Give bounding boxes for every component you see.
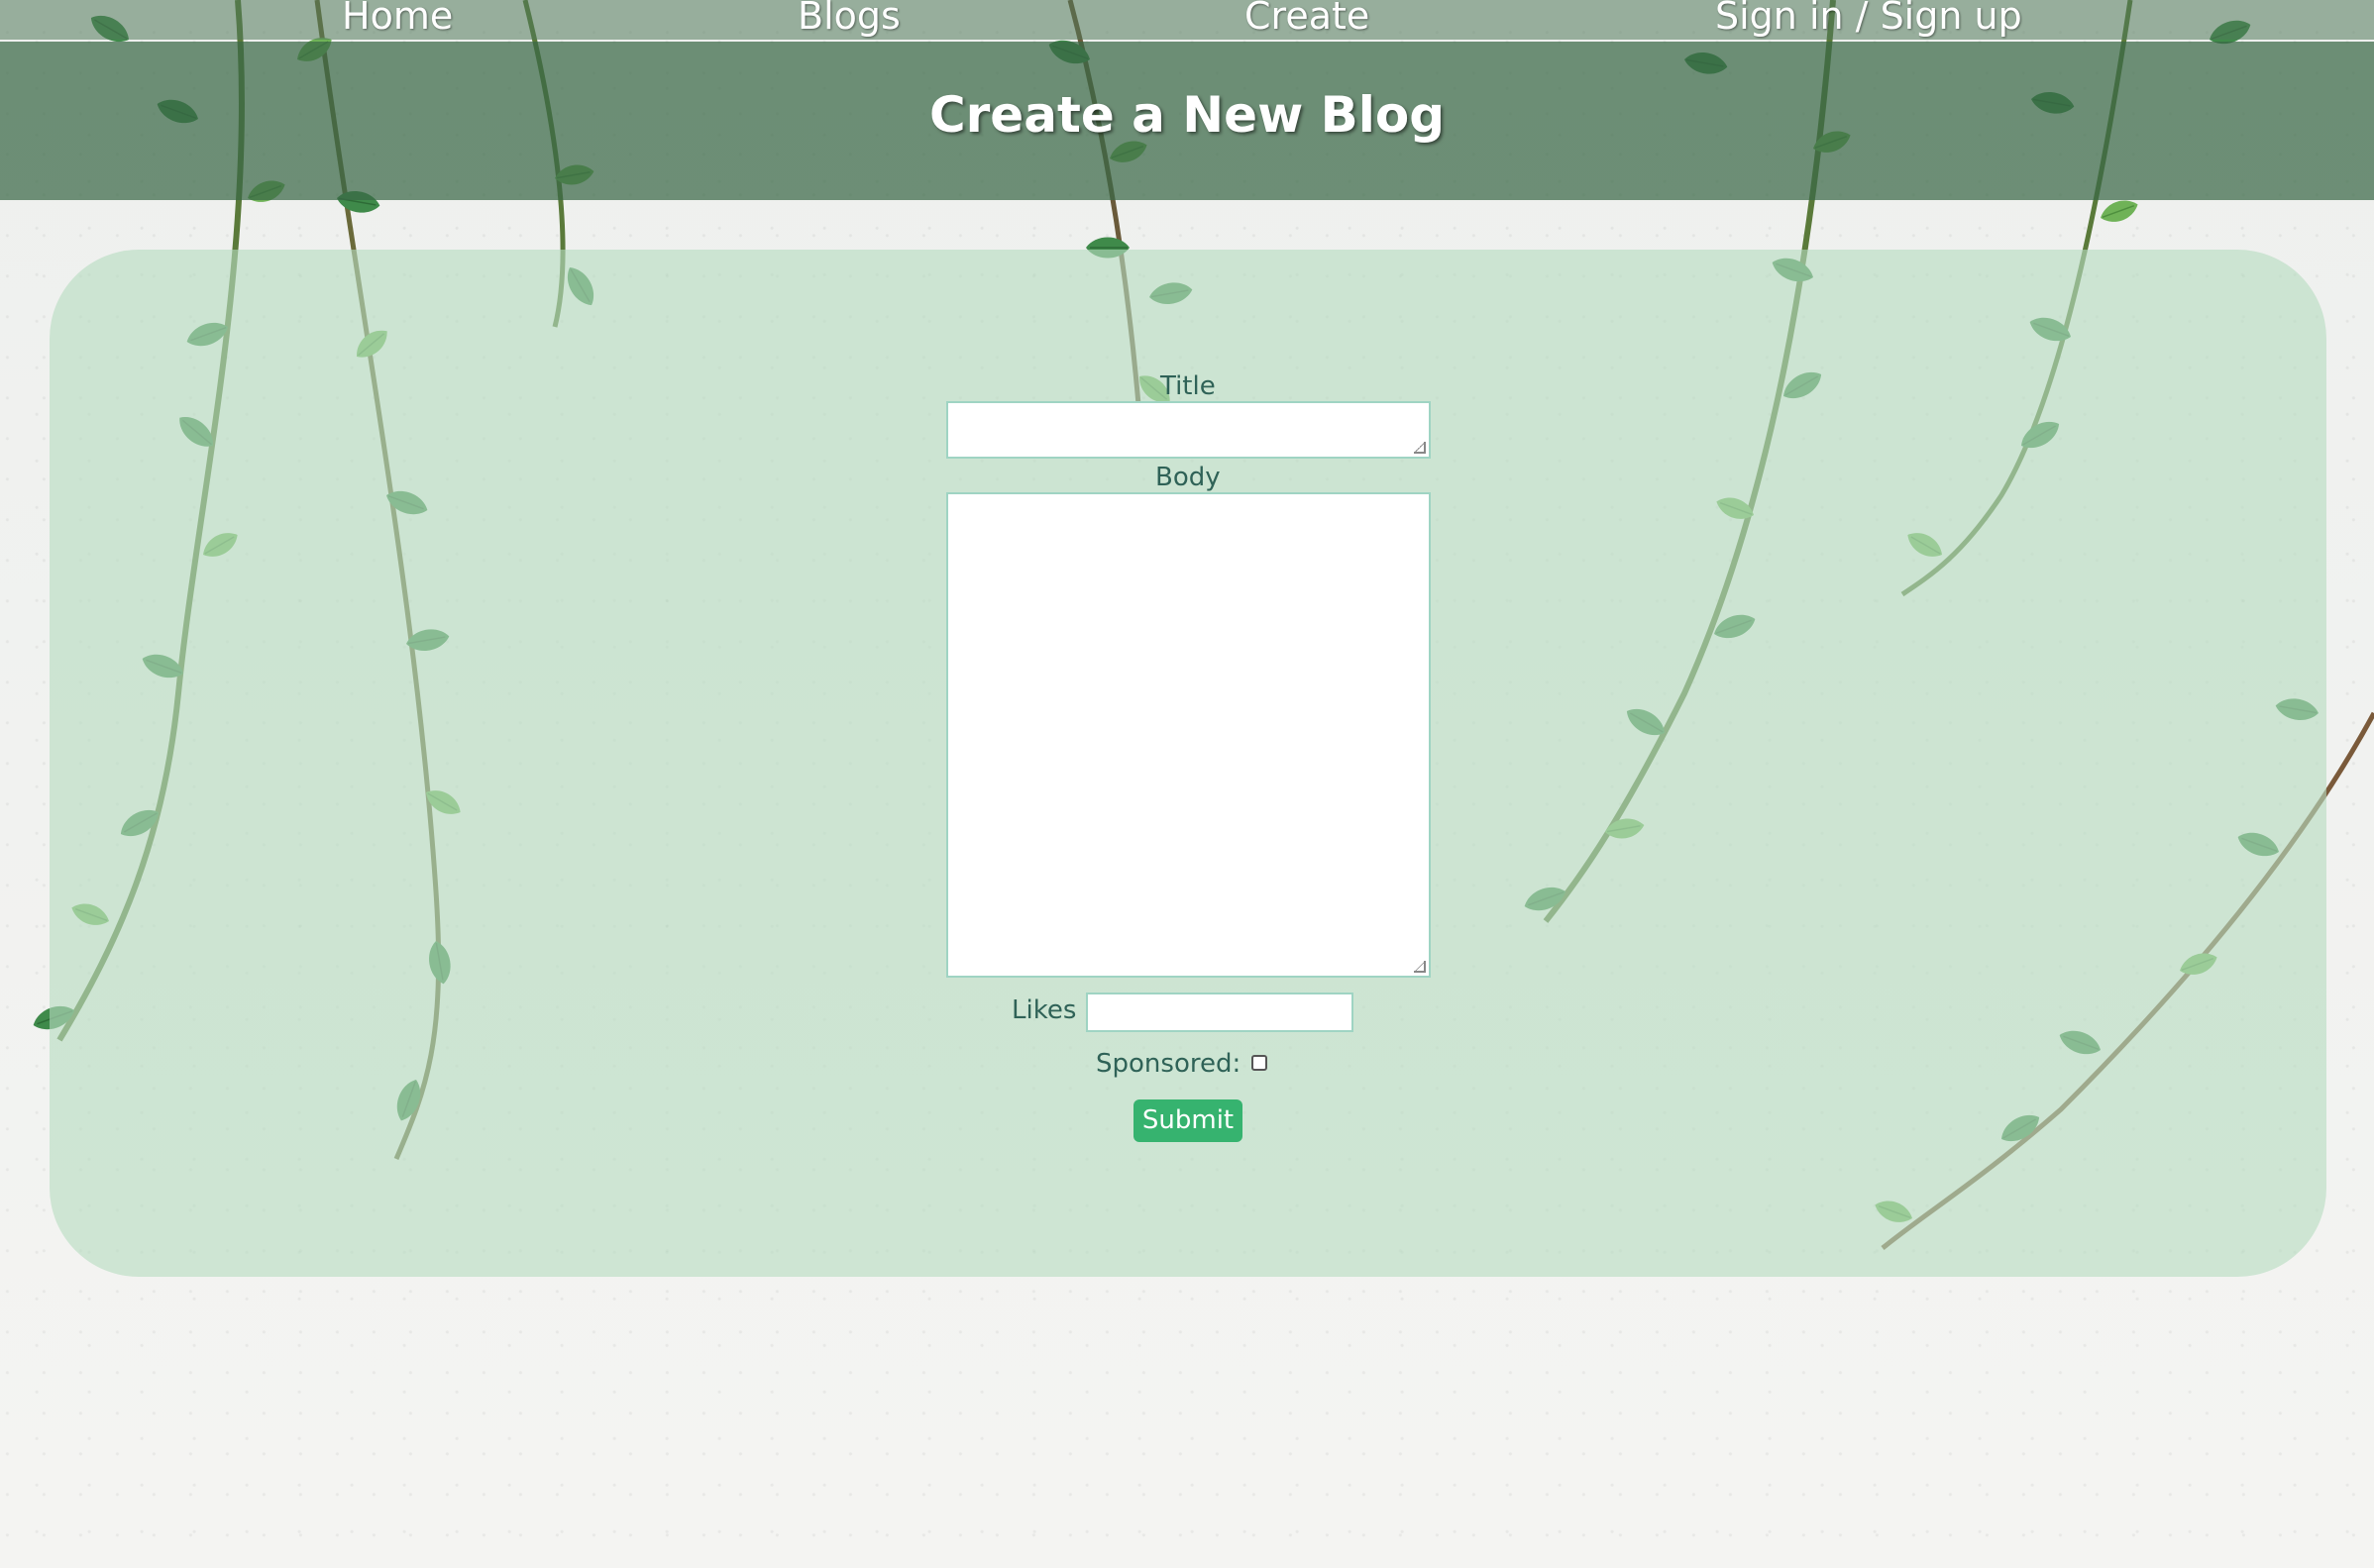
resize-handle-icon[interactable] [1414, 961, 1426, 973]
page-title: Create a New Blog [928, 86, 1446, 144]
top-navigation: Home Blogs Create Sign in / Sign up [0, 0, 2374, 40]
likes-input[interactable] [1086, 993, 1353, 1032]
title-input[interactable] [946, 401, 1431, 459]
likes-label: Likes [1012, 995, 1077, 1025]
nav-link-blogs[interactable]: Blogs [798, 0, 901, 38]
sponsored-label: Sponsored: [1096, 1049, 1241, 1079]
submit-button[interactable]: Submit [1133, 1099, 1242, 1142]
nav-link-sign-in[interactable]: Sign in / Sign up [1715, 0, 2022, 38]
body-textarea[interactable] [946, 492, 1431, 978]
resize-handle-icon[interactable] [1414, 442, 1426, 454]
title-label: Title [1160, 371, 1216, 401]
body-label: Body [1155, 463, 1221, 492]
sponsored-checkbox[interactable] [1251, 1055, 1267, 1071]
nav-link-home[interactable]: Home [342, 0, 453, 38]
nav-link-create[interactable]: Create [1244, 0, 1369, 38]
